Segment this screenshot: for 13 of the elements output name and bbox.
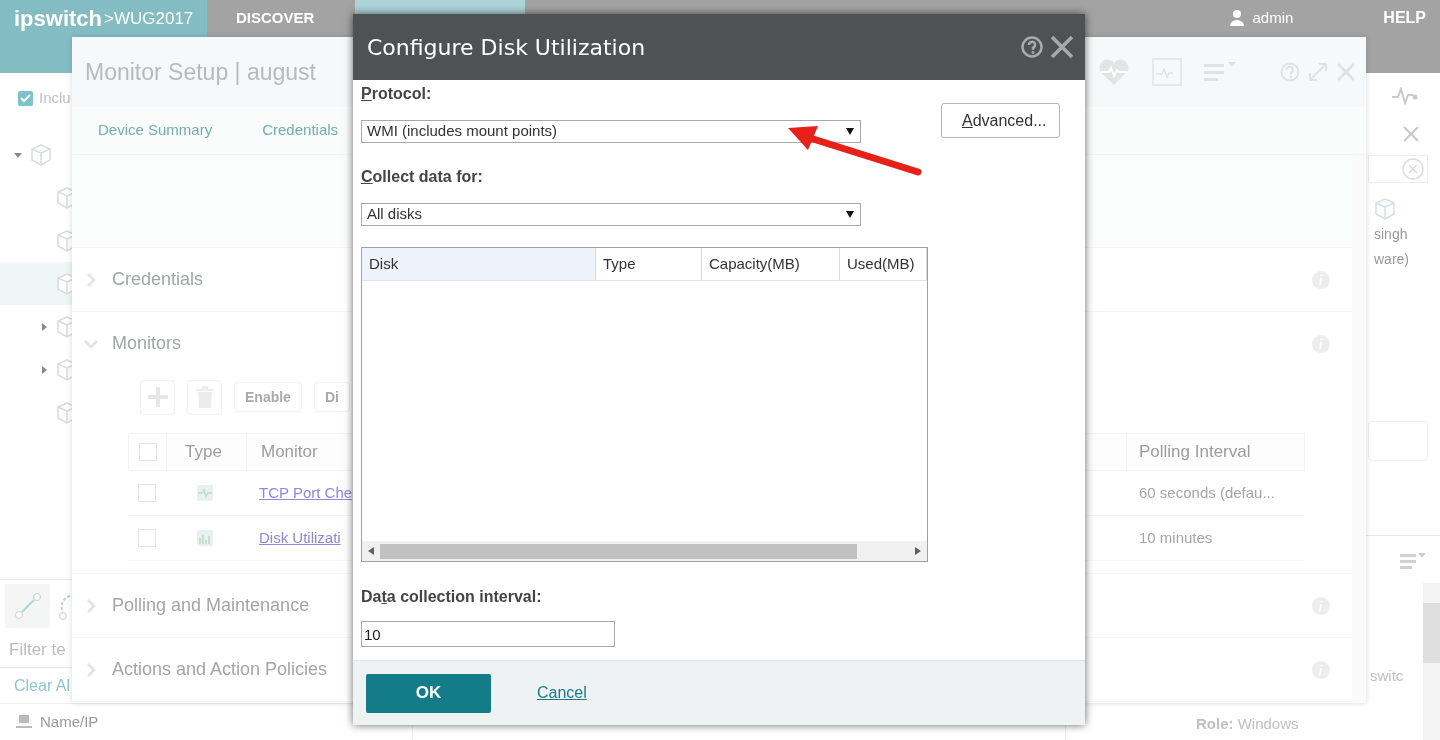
dialog-title: Configure Disk Utilization (367, 33, 646, 62)
field-label: Protocol: (361, 84, 433, 104)
list-text: switc (1370, 666, 1405, 686)
field-label: Collect data for: (361, 167, 484, 187)
device-label: ware) (1374, 250, 1409, 269)
table-cell-text: 10 minutes (1138, 527, 1214, 548)
device-role: Role: Windows (1196, 713, 1300, 734)
field-label: Data collection interval: (361, 587, 543, 607)
table-cell-text: 60 seconds (defau... (1138, 482, 1276, 503)
window-title: Monitor Setup | august (85, 57, 316, 87)
checkbox-label: Inclu (39, 87, 71, 108)
device-label: singh (1374, 225, 1408, 244)
product-name: >WUG2017 (104, 8, 194, 30)
